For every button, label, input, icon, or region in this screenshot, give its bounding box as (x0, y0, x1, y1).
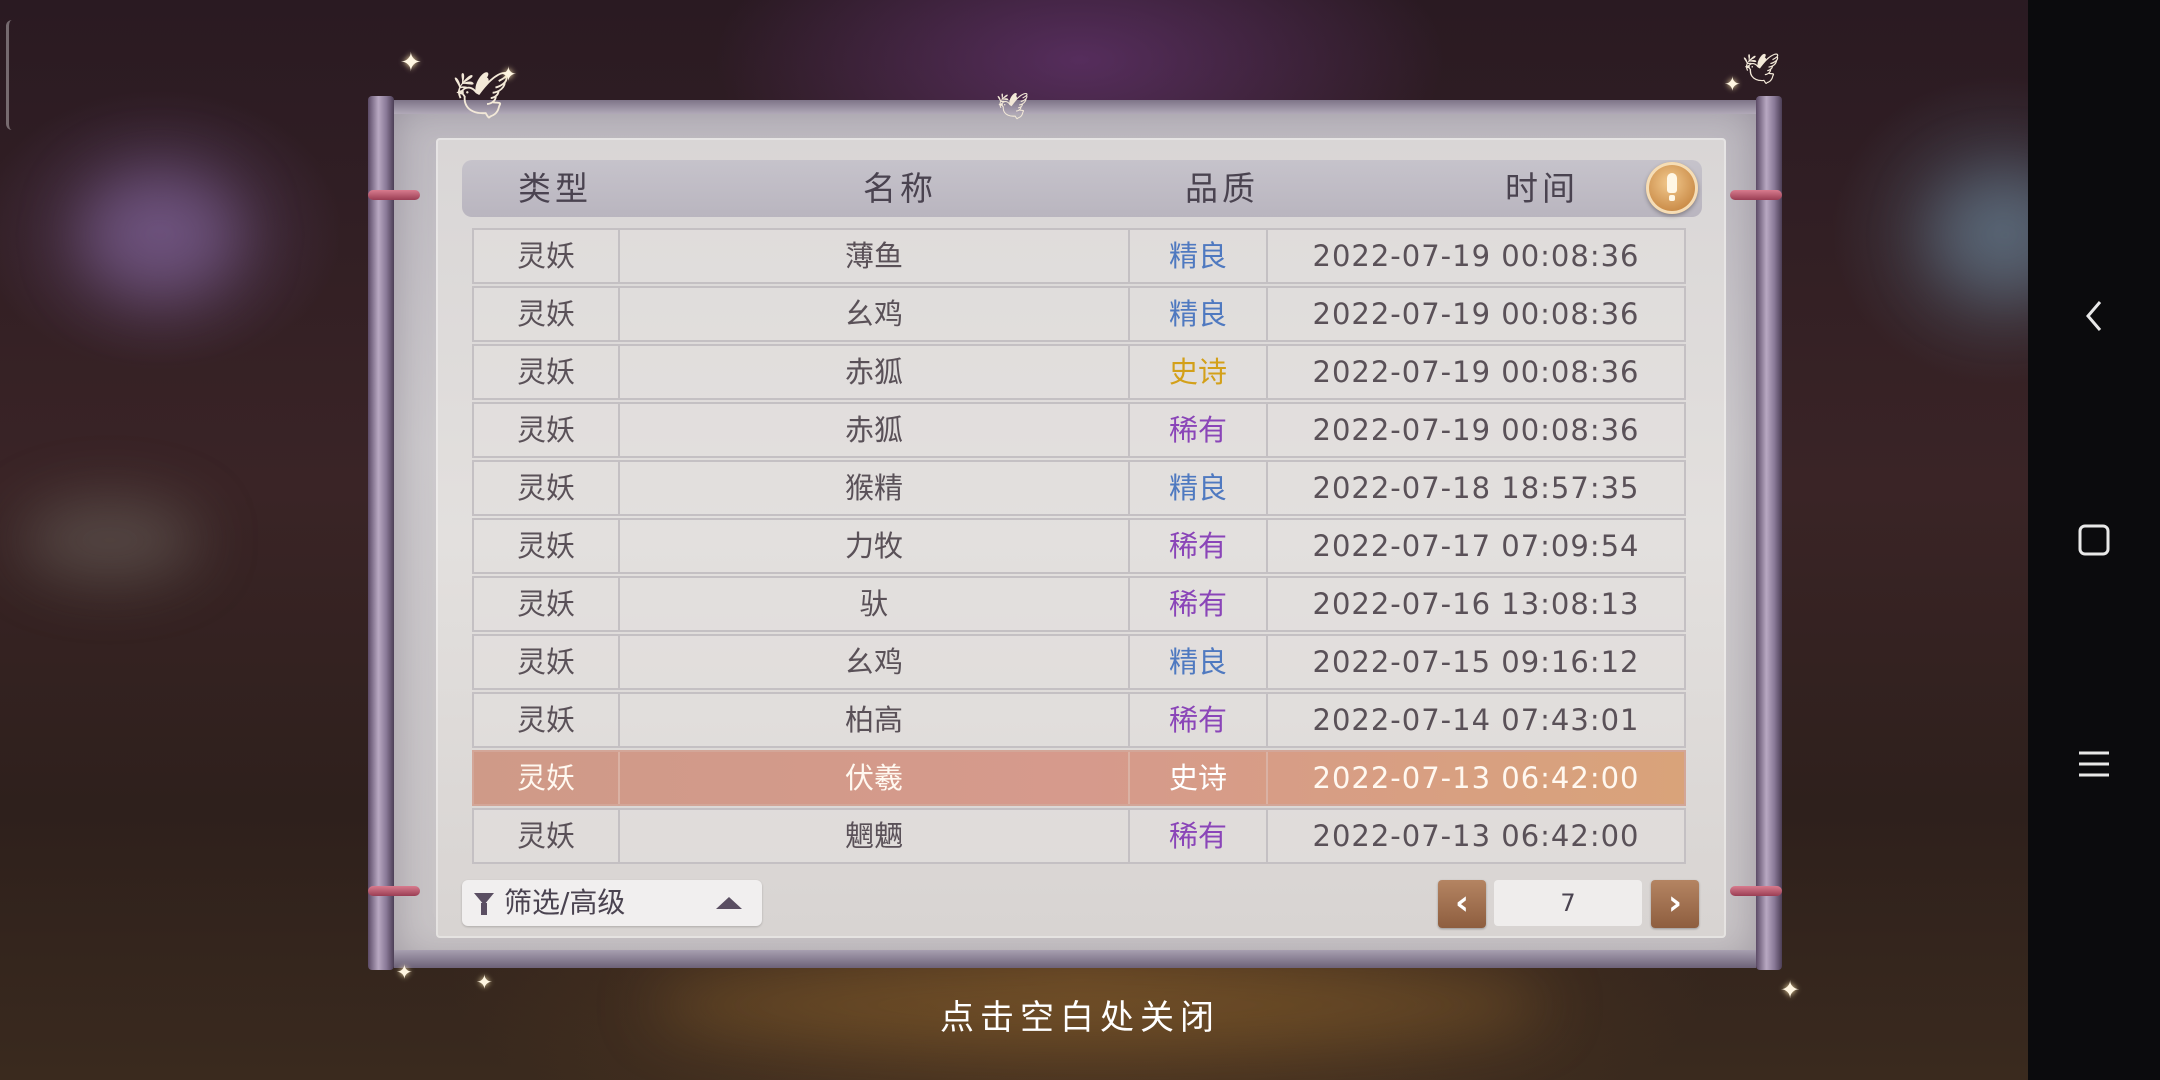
rod-pin (1730, 886, 1782, 896)
name-cell: 幺鸡 (620, 636, 1130, 688)
scroll-top-edge (394, 100, 1756, 114)
type-cell: 灵妖 (474, 520, 620, 572)
tap-to-close-hint[interactable]: 点击空白处关闭 (0, 990, 2160, 1039)
scroll-rod-left (368, 96, 394, 970)
rod-pin (368, 190, 420, 200)
name-cell: 柏高 (620, 694, 1130, 746)
type-cell: 灵妖 (474, 694, 620, 746)
time-cell: 2022-07-18 18:57:35 (1312, 471, 1640, 505)
quality-cell: 精良 (1130, 462, 1268, 514)
type-cell: 灵妖 (474, 636, 620, 688)
system-navigation-bar (2028, 0, 2160, 1080)
screen-edge-handle (6, 20, 17, 130)
filter-label: 筛选/高级 (504, 886, 626, 919)
table-row[interactable]: 灵妖 猴精 精良 2022-07-18 18:57:35 (472, 460, 1686, 516)
name-cell: 薄鱼 (620, 230, 1130, 282)
background-glow (80, 170, 240, 300)
back-icon (2086, 301, 2102, 331)
chevron-left-icon: ‹ (1454, 883, 1469, 923)
recents-button[interactable] (2028, 724, 2160, 804)
table-row[interactable]: 灵妖 赤狐 史诗 2022-07-19 00:08:36 (472, 344, 1686, 400)
swallow-ornament-icon: 🕊 (1742, 52, 1781, 87)
type-cell: 灵妖 (474, 346, 620, 398)
record-table: 灵妖 薄鱼 精良 2022-07-19 00:08:36 灵妖 幺鸡 精良 2022-07-1… (472, 228, 1686, 866)
caret-up-icon (716, 897, 742, 909)
type-cell: 灵妖 (474, 462, 620, 514)
page-number-field[interactable]: 7 (1494, 880, 1642, 926)
quality-cell: 稀有 (1130, 578, 1268, 630)
name-cell: 赤狐 (620, 346, 1130, 398)
quality-cell: 史诗 (1130, 346, 1268, 398)
time-cell: 2022-07-17 07:09:54 (1312, 529, 1640, 563)
type-cell: 灵妖 (474, 288, 620, 340)
home-icon (2078, 524, 2110, 556)
quality-cell: 精良 (1130, 636, 1268, 688)
header-name: 名称 (863, 169, 937, 208)
time-cell: 2022-07-15 09:16:12 (1312, 645, 1640, 679)
type-cell: 灵妖 (474, 752, 620, 804)
time-cell: 2022-07-19 00:08:36 (1312, 239, 1640, 273)
time-cell: 2022-07-14 07:43:01 (1312, 703, 1640, 737)
scroll-bottom-edge (394, 950, 1756, 968)
quality-cell: 稀有 (1130, 810, 1268, 862)
table-row[interactable]: 灵妖 薄鱼 精良 2022-07-19 00:08:36 (472, 228, 1686, 284)
time-cell: 2022-07-19 00:08:36 (1312, 413, 1640, 447)
filter-advanced-button[interactable]: 筛选/高级 (462, 880, 762, 926)
sparkle-icon: ✦ (400, 48, 422, 78)
table-row[interactable]: 灵妖 魍魉 稀有 2022-07-13 06:42:00 (472, 808, 1686, 864)
name-cell: 赤狐 (620, 404, 1130, 456)
quality-cell: 史诗 (1130, 752, 1268, 804)
type-cell: 灵妖 (474, 578, 620, 630)
home-button[interactable] (2028, 500, 2160, 580)
header-quality: 品质 (1185, 169, 1259, 208)
time-cell: 2022-07-16 13:08:13 (1312, 587, 1640, 621)
quality-cell: 稀有 (1130, 520, 1268, 572)
sparkle-icon: ✦ (500, 62, 517, 86)
name-cell: 猴精 (620, 462, 1130, 514)
name-cell: 伏羲 (620, 752, 1130, 804)
header-type: 类型 (518, 169, 592, 208)
table-row[interactable]: 灵妖 幺鸡 精良 2022-07-15 09:16:12 (472, 634, 1686, 690)
table-row[interactable]: 灵妖 柏高 稀有 2022-07-14 07:43:01 (472, 692, 1686, 748)
table-row[interactable]: 灵妖 伏羲 史诗 2022-07-13 06:42:00 (472, 750, 1686, 806)
info-tip-icon[interactable] (1646, 162, 1698, 214)
quality-cell: 稀有 (1130, 404, 1268, 456)
filter-icon (474, 893, 494, 915)
table-header: 类型 名称 品质 时间 (462, 160, 1702, 217)
name-cell: 力牧 (620, 520, 1130, 572)
name-cell: 幺鸡 (620, 288, 1130, 340)
type-cell: 灵妖 (474, 404, 620, 456)
scroll-rod-right (1756, 96, 1782, 970)
quality-cell: 稀有 (1130, 694, 1268, 746)
time-cell: 2022-07-19 00:08:36 (1312, 297, 1640, 331)
sparkle-icon: ✦ (396, 960, 413, 984)
rod-pin (368, 886, 420, 896)
swallow-ornament-icon: 🕊 (996, 92, 1030, 122)
table-row[interactable]: 灵妖 赤狐 稀有 2022-07-19 00:08:36 (472, 402, 1686, 458)
background-glow (20, 500, 200, 580)
next-page-button[interactable]: › (1651, 880, 1699, 928)
prev-page-button[interactable]: ‹ (1438, 880, 1486, 928)
time-cell: 2022-07-19 00:08:36 (1312, 355, 1640, 389)
sparkle-icon: ✦ (1724, 72, 1741, 96)
quality-cell: 精良 (1130, 288, 1268, 340)
quality-cell: 精良 (1130, 230, 1268, 282)
table-row[interactable]: 灵妖 力牧 稀有 2022-07-17 07:09:54 (472, 518, 1686, 574)
name-cell: 魍魉 (620, 810, 1130, 862)
type-cell: 灵妖 (474, 230, 620, 282)
time-cell: 2022-07-13 06:42:00 (1312, 761, 1640, 795)
type-cell: 灵妖 (474, 810, 620, 862)
table-row[interactable]: 灵妖 幺鸡 精良 2022-07-19 00:08:36 (472, 286, 1686, 342)
time-cell: 2022-07-13 06:42:00 (1312, 819, 1640, 853)
table-row[interactable]: 灵妖驮稀有 2022-07-16 13:08:13 (472, 576, 1686, 632)
name-cell: 驮 (620, 578, 1130, 630)
chevron-right-icon: › (1667, 883, 1682, 923)
back-button[interactable] (2028, 276, 2160, 356)
menu-icon (2079, 751, 2109, 777)
